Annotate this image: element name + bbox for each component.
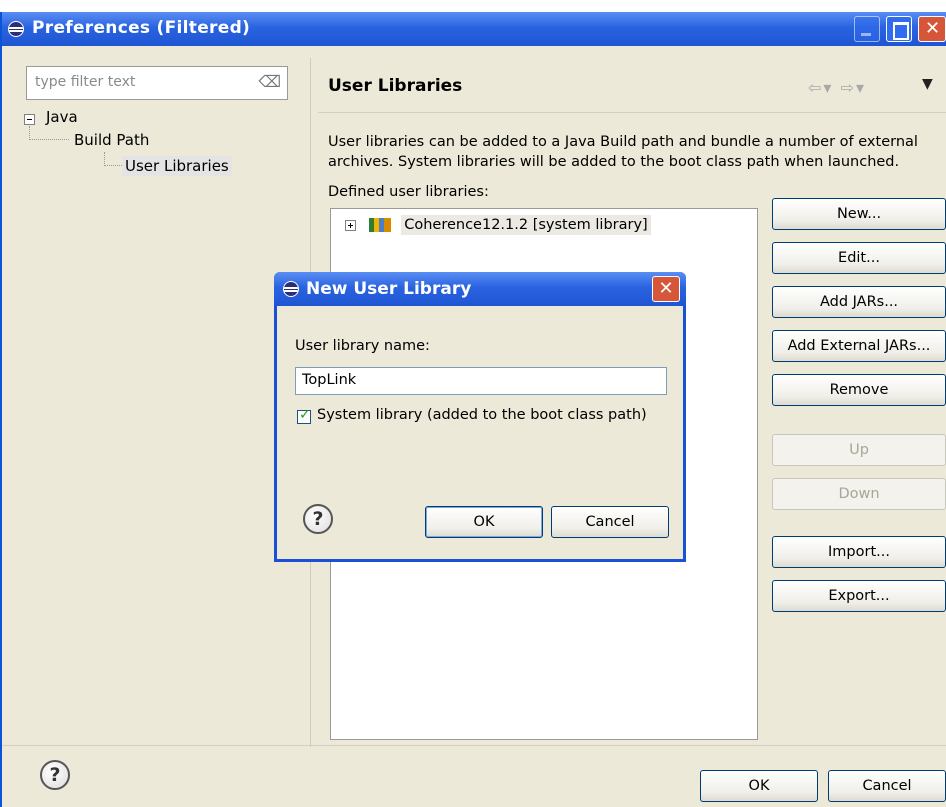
- add-external-jars-button[interactable]: Add External JARs...: [772, 330, 946, 362]
- cancel-button[interactable]: Cancel: [551, 506, 669, 538]
- window-titlebar[interactable]: Preferences (Filtered): [2, 12, 946, 46]
- expand-icon[interactable]: [345, 219, 356, 231]
- help-icon[interactable]: ?: [40, 760, 70, 790]
- forward-icon[interactable]: ⇨▾: [841, 78, 866, 97]
- eclipse-icon: [283, 281, 299, 297]
- close-icon[interactable]: [918, 16, 946, 42]
- clear-filter-icon[interactable]: ⌫: [258, 72, 281, 91]
- add-jars-button[interactable]: Add JARs...: [772, 286, 946, 318]
- tree-connector: [29, 126, 69, 140]
- filter-input[interactable]: type filter text ⌫: [26, 66, 288, 100]
- separator: [2, 745, 946, 746]
- collapse-icon[interactable]: [24, 114, 35, 125]
- tree-item-label: Build Path: [74, 131, 150, 149]
- up-button[interactable]: Up: [772, 434, 946, 466]
- new-user-library-dialog: New User Library ✕ User library name: To…: [274, 272, 686, 562]
- list-item[interactable]: Coherence12.1.2 [system library]: [345, 215, 651, 235]
- export-button[interactable]: Export...: [772, 580, 946, 612]
- tree-item-label: Java: [46, 108, 78, 126]
- close-icon[interactable]: ✕: [652, 276, 680, 302]
- tree-item-java[interactable]: Java: [46, 108, 78, 126]
- ok-button[interactable]: OK: [425, 506, 543, 538]
- library-icon: [368, 218, 391, 232]
- new-button[interactable]: New...: [772, 198, 946, 230]
- cancel-button[interactable]: Cancel: [828, 770, 946, 802]
- down-button[interactable]: Down: [772, 478, 946, 510]
- page-description: User libraries can be added to a Java Bu…: [328, 134, 918, 170]
- maximize-icon[interactable]: [886, 16, 912, 42]
- separator: [318, 112, 946, 113]
- eclipse-icon: [8, 21, 24, 37]
- system-library-label[interactable]: System library (added to the boot class …: [317, 407, 647, 423]
- library-label: Coherence12.1.2 [system library]: [401, 215, 651, 235]
- dialog-title: New User Library: [306, 279, 472, 299]
- import-button[interactable]: Import...: [772, 536, 946, 568]
- tree-connector: [104, 152, 122, 166]
- tree-item-user-libraries[interactable]: User Libraries: [122, 156, 232, 176]
- dialog-titlebar[interactable]: New User Library ✕: [274, 272, 686, 306]
- remove-button[interactable]: Remove: [772, 374, 946, 406]
- library-name-input[interactable]: TopLink: [295, 367, 667, 395]
- system-library-checkbox[interactable]: [297, 407, 311, 424]
- defined-libraries-label: Defined user libraries:: [328, 184, 489, 200]
- minimize-icon[interactable]: [854, 16, 880, 42]
- window-title: Preferences (Filtered): [32, 18, 251, 38]
- history-nav: ⇦▾ ⇨▾: [808, 78, 866, 97]
- filter-placeholder: type filter text: [35, 74, 136, 90]
- view-menu-icon[interactable]: ▼: [922, 76, 933, 92]
- back-icon[interactable]: ⇦▾: [808, 78, 833, 97]
- edit-button[interactable]: Edit...: [772, 242, 946, 274]
- tree-item-label: User Libraries: [122, 156, 232, 176]
- help-icon[interactable]: ?: [303, 504, 333, 534]
- ok-button[interactable]: OK: [700, 770, 818, 802]
- tree-item-build-path[interactable]: Build Path: [74, 131, 149, 149]
- page-title: User Libraries: [328, 76, 463, 96]
- library-name-label: User library name:: [295, 338, 430, 354]
